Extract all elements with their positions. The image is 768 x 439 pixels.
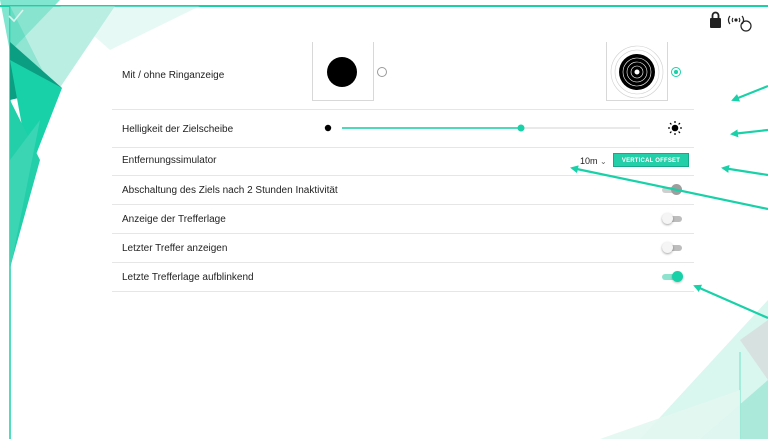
last-hit-toggle[interactable]: [662, 242, 682, 253]
vertical-offset-button[interactable]: VERTICAL OFFSET: [613, 153, 689, 167]
distance-select[interactable]: 10m ⌄: [580, 156, 607, 166]
radio-ring-target[interactable]: [671, 67, 681, 77]
status-icons: [710, 11, 752, 32]
checkmark-icon[interactable]: [6, 6, 26, 26]
arrow-distance: [721, 164, 768, 177]
slider-thumb[interactable]: [517, 124, 525, 132]
target-option-rings[interactable]: [606, 42, 668, 101]
setting-row-blink-last: Letzte Trefferlage aufblinkend: [112, 262, 694, 292]
brightness-label: Helligkeit der Zielscheibe: [122, 124, 234, 135]
last-hit-label: Letzter Treffer anzeigen: [122, 243, 228, 254]
auto-off-label: Abschaltung des Ziels nach 2 Stunden Ina…: [122, 185, 338, 196]
plain-target-icon: [327, 57, 357, 87]
chevron-down-icon: ⌄: [600, 157, 607, 166]
arrow-blink: [693, 284, 768, 320]
blink-last-label: Letzte Trefferlage aufblinkend: [122, 272, 254, 283]
hit-position-toggle[interactable]: [662, 213, 682, 224]
ring-display-label: Mit / ohne Ringanzeige: [122, 70, 225, 81]
dot-icon: [324, 124, 332, 132]
distance-label: Entfernungssimulator: [122, 155, 217, 166]
hit-position-label: Anzeige der Trefferlage: [122, 214, 226, 225]
target-option-plain[interactable]: [312, 42, 374, 101]
arrow-ring-display: [731, 84, 768, 102]
setting-row-hit-position: Anzeige der Trefferlage: [112, 204, 694, 234]
brightness-slider[interactable]: [320, 118, 690, 138]
radio-plain-target[interactable]: [377, 67, 387, 77]
blink-last-toggle[interactable]: [662, 271, 683, 282]
distance-value: 10m: [580, 156, 598, 166]
wireless-signal-icon: [727, 15, 752, 32]
lock-icon: [710, 11, 721, 28]
setting-row-last-hit: Letzter Treffer anzeigen: [112, 233, 694, 263]
ring-target-icon: [610, 45, 664, 99]
sun-icon: [668, 121, 682, 135]
setting-row-auto-off: Abschaltung des Ziels nach 2 Stunden Ina…: [112, 175, 694, 205]
auto-off-toggle[interactable]: [662, 184, 682, 195]
arrow-brightness: [730, 128, 768, 138]
